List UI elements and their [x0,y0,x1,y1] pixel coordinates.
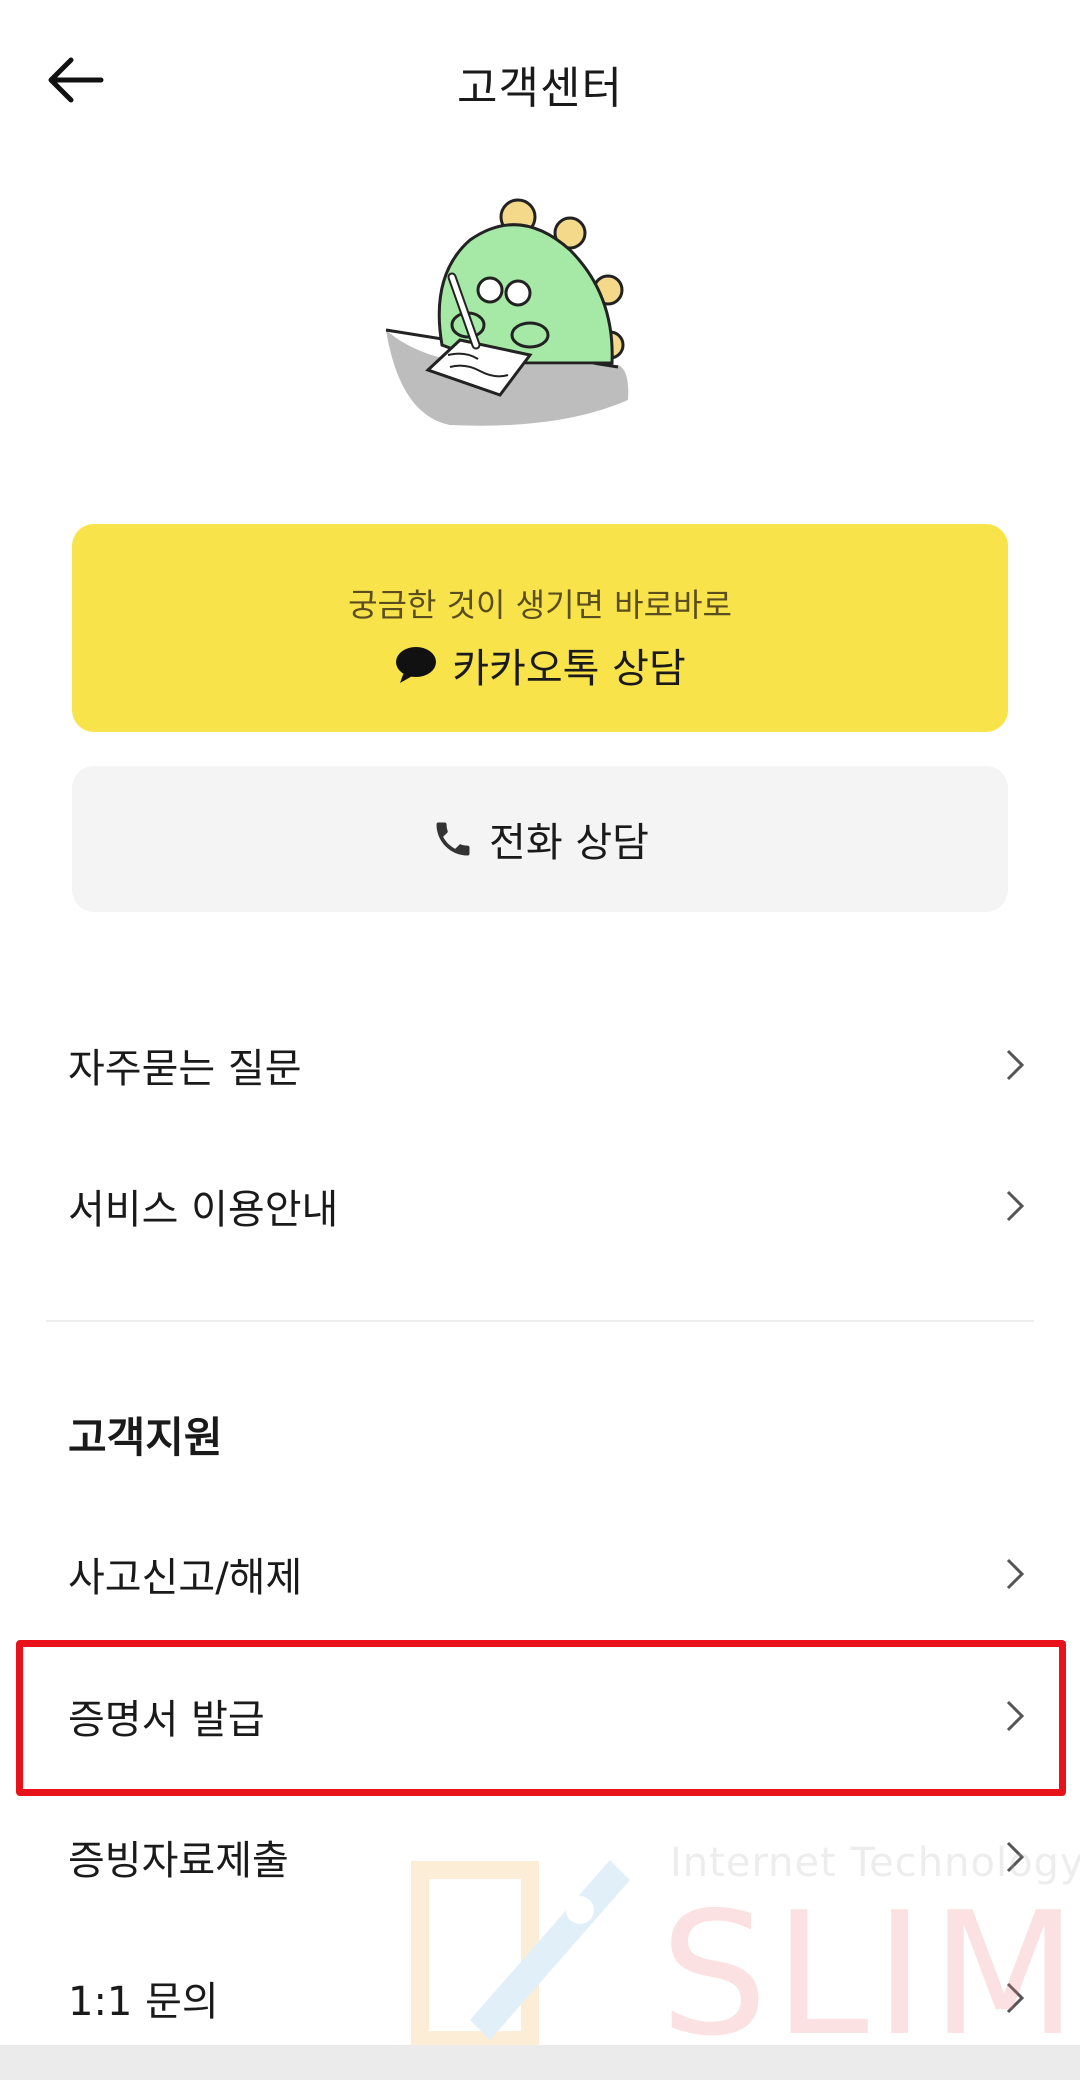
menu-item-accident-report[interactable]: 사고신고/해제 [0,1514,1080,1634]
rocket-logo-icon [411,1860,630,2049]
phone-consult-label: 전화 상담 [489,820,649,866]
watermark-title: SLIM [660,1876,1080,2074]
menu-item-label: 증빙자료제출 [68,1838,289,1884]
kakao-consult-label: 카카오톡 상담 [452,646,686,692]
bottom-bar [0,2045,1080,2080]
app-header: 고객센터 [0,0,1080,160]
phone-consult-button[interactable]: 전화 상담 [72,766,1008,912]
chevron-right-icon [1006,1700,1025,1732]
chevron-right-icon [1006,1558,1025,1590]
menu-item-label: 자주묻는 질문 [68,1046,302,1092]
page-title: 고객센터 [457,63,623,114]
kakao-talk-consult-button[interactable]: 궁금한 것이 생기면 바로바로 카카오톡 상담 [72,524,1008,732]
menu-item-label: 사고신고/해제 [68,1555,303,1601]
chat-bubble-icon [396,647,437,683]
section-title-support: 고객지원 [68,1413,223,1462]
menu-item-faq[interactable]: 자주묻는 질문 [0,1005,1080,1125]
kakao-consult-subtitle: 궁금한 것이 생기면 바로바로 [348,586,732,624]
menu-item-certificate-issue[interactable]: 증명서 발급 [0,1656,1080,1776]
section-divider [46,1320,1034,1322]
watermark: Internet Technology SLIM [410,1830,1080,2070]
chevron-right-icon [1006,1190,1025,1222]
menu-item-label: 1:1 문의 [68,1979,219,2025]
menu-item-label: 증명서 발급 [68,1697,265,1743]
chevron-right-icon [1006,1049,1025,1081]
menu-item-service-guide[interactable]: 서비스 이용안내 [0,1146,1080,1266]
mascot-illustration [385,198,629,426]
phone-icon [436,822,470,856]
menu-item-label: 서비스 이용안내 [68,1187,339,1233]
